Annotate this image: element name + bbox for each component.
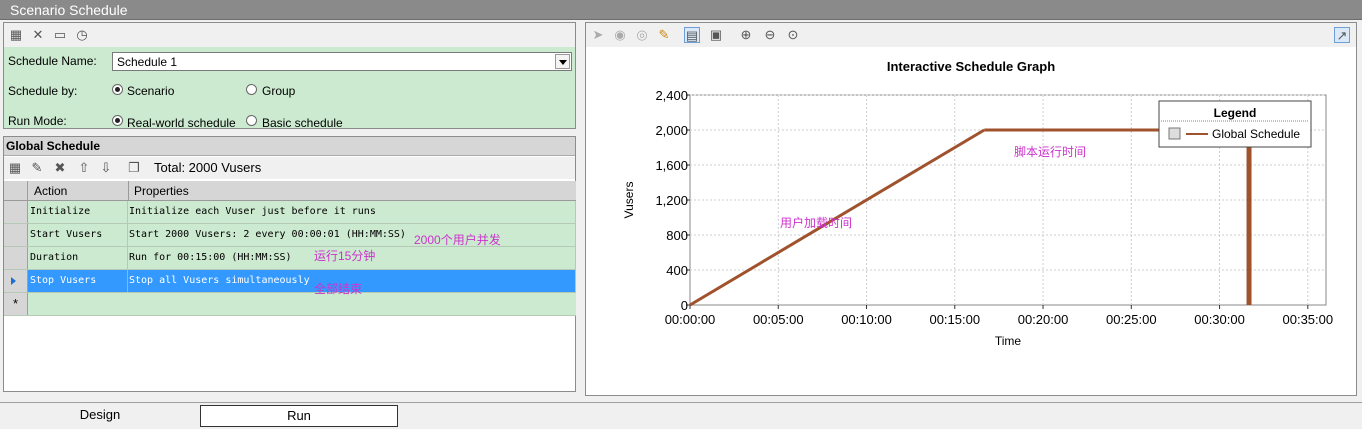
grid-header: Action Properties [4,181,576,201]
zoom-reset-icon[interactable]: ⊙ [785,27,801,43]
legend-toggle-icon[interactable]: ▤ [684,27,700,43]
action-cell[interactable]: Start Vusers [28,224,128,246]
table-row[interactable]: Initialize Initialize each Vuser just be… [4,201,576,224]
pointer-icon[interactable]: ➤ [590,27,606,43]
tab-design[interactable]: Design [0,405,200,427]
row-header-corner [4,181,28,200]
legend-entry: Global Schedule [1212,127,1300,141]
window-title: Scenario Schedule [10,2,128,18]
new-row[interactable]: * [4,293,576,316]
add-point-icon[interactable]: ◉ [612,27,628,43]
x-tick-label: 00:25:00 [1106,312,1157,327]
annotation-concurrent-users: 2000个用户并发 [414,233,501,247]
column-action[interactable]: Action [34,184,67,198]
current-row-arrow-icon [11,277,16,285]
title-bar: Scenario Schedule [0,0,1362,20]
total-vusers: Total: 2000 Vusers [154,160,262,175]
x-tick-label: 00:35:00 [1283,312,1334,327]
chart-title: Interactive Schedule Graph [887,59,1055,74]
new-row-marker: * [4,293,28,315]
schedule-name-label: Schedule Name: [8,54,97,68]
annotation-ramp-up: 用户加载时间 [780,215,852,230]
radio-group-label: Group [262,84,296,98]
radio-group[interactable] [246,84,257,95]
global-schedule-title: Global Schedule [6,139,101,153]
delete-action-icon[interactable]: ✖ [52,160,68,176]
column-properties[interactable]: Properties [134,184,189,198]
bottom-tabs: Design Run [0,402,1362,429]
tab-run[interactable]: Run [200,405,398,427]
schedule-graph-panel: ➤ ◉ ◎ ✎ ▤ ▣ ⊕ ⊖ ⊙ ↗ Interactive Schedule… [585,22,1357,396]
zoom-out-icon[interactable]: ⊖ [762,27,778,43]
action-cell[interactable]: Duration [28,247,128,269]
y-axis-label: Vusers [622,182,636,219]
rename-icon[interactable]: ▭ [52,27,68,43]
action-cell[interactable]: Stop Vusers [28,270,128,292]
y-tick-label: 0 [681,298,688,313]
row-header [4,247,28,269]
legend-checkbox [1168,127,1181,140]
annotation-run-time: 脚本运行时间 [1014,144,1086,159]
row-header [4,270,28,292]
row-header [4,224,28,246]
move-up-icon[interactable]: ⇧ [76,160,92,176]
properties-cell[interactable]: Start 2000 Vusers: 2 every 00:00:01 (HH:… [128,224,576,246]
radio-real-world[interactable] [112,115,123,126]
y-tick-label: 400 [666,263,688,278]
x-tick-label: 00:05:00 [753,312,804,327]
x-axis-label: Time [995,334,1022,348]
y-tick-label: 2,400 [655,88,688,103]
radio-basic[interactable] [246,115,257,126]
global-schedule-panel: Global Schedule ▦ ✎ ✖ ⇧ ⇩ ❐ Total: 2000 … [3,136,576,392]
schedule-settings-panel: ▦ ✕ ▭ ◷ Schedule Name: Schedule 1 Schedu… [3,22,576,130]
legend-title: Legend [1214,106,1257,120]
graph-toolbar: ➤ ◉ ◎ ✎ ▤ ▣ ⊕ ⊖ ⊙ ↗ [586,23,1356,47]
zoom-in-icon[interactable]: ⊕ [738,27,754,43]
x-tick-label: 00:10:00 [841,312,892,327]
move-down-icon[interactable]: ⇩ [98,160,114,176]
y-tick-label: 1,200 [655,193,688,208]
x-tick-label: 00:30:00 [1194,312,1245,327]
y-tick-label: 2,000 [655,123,688,138]
schedule-name-dropdown[interactable]: Schedule 1 [112,52,572,71]
fit-view-icon[interactable]: ▣ [708,27,724,43]
remove-point-icon[interactable]: ◎ [634,27,650,43]
annotation-run-duration: 运行15分钟 [314,249,376,263]
column-divider [128,181,129,201]
radio-real-world-label: Real-world schedule [127,116,236,130]
add-action-icon[interactable]: ▦ [7,160,23,176]
x-tick-label: 00:15:00 [929,312,980,327]
schedule-clock-icon[interactable]: ◷ [74,27,90,43]
schedule-graph: Interactive Schedule Graph 0 400 800 1,200 1,… [622,59,1334,348]
row-header [4,201,28,223]
y-tick-label: 1,600 [655,158,688,173]
settings-toolbar: ▦ ✕ ▭ ◷ [4,23,575,47]
radio-scenario-label: Scenario [127,84,175,98]
pencil-icon[interactable]: ✎ [656,27,672,43]
y-tick-label: 800 [666,228,688,243]
action-cell[interactable]: Initialize [28,201,128,223]
detach-graph-icon[interactable]: ↗ [1334,27,1350,43]
new-schedule-icon[interactable]: ▦ [8,27,24,43]
schedule-by-label: Schedule by: [8,84,78,98]
x-tick-label: 00:20:00 [1018,312,1069,327]
global-schedule-header: Global Schedule [4,137,575,156]
schedule-name-value: Schedule 1 [117,55,178,69]
table-row[interactable]: Duration Run for 00:15:00 (HH:MM:SS) [4,247,576,270]
table-row-selected[interactable]: Stop Vusers Stop all Vusers simultaneous… [4,270,576,293]
annotation-all-stop: 全部结束 [314,282,363,296]
copy-icon[interactable]: ❐ [126,160,142,176]
radio-basic-label: Basic schedule [262,116,343,130]
properties-cell[interactable]: Initialize each Vuser just before it run… [128,201,576,223]
global-schedule-toolbar: ▦ ✎ ✖ ⇧ ⇩ ❐ Total: 2000 Vusers [4,157,575,179]
radio-scenario[interactable] [112,84,123,95]
edit-action-icon[interactable]: ✎ [29,160,45,176]
x-tick-label: 00:00:00 [665,312,716,327]
delete-icon[interactable]: ✕ [30,27,46,43]
run-mode-label: Run Mode: [8,114,67,128]
chevron-down-icon[interactable] [555,54,570,69]
